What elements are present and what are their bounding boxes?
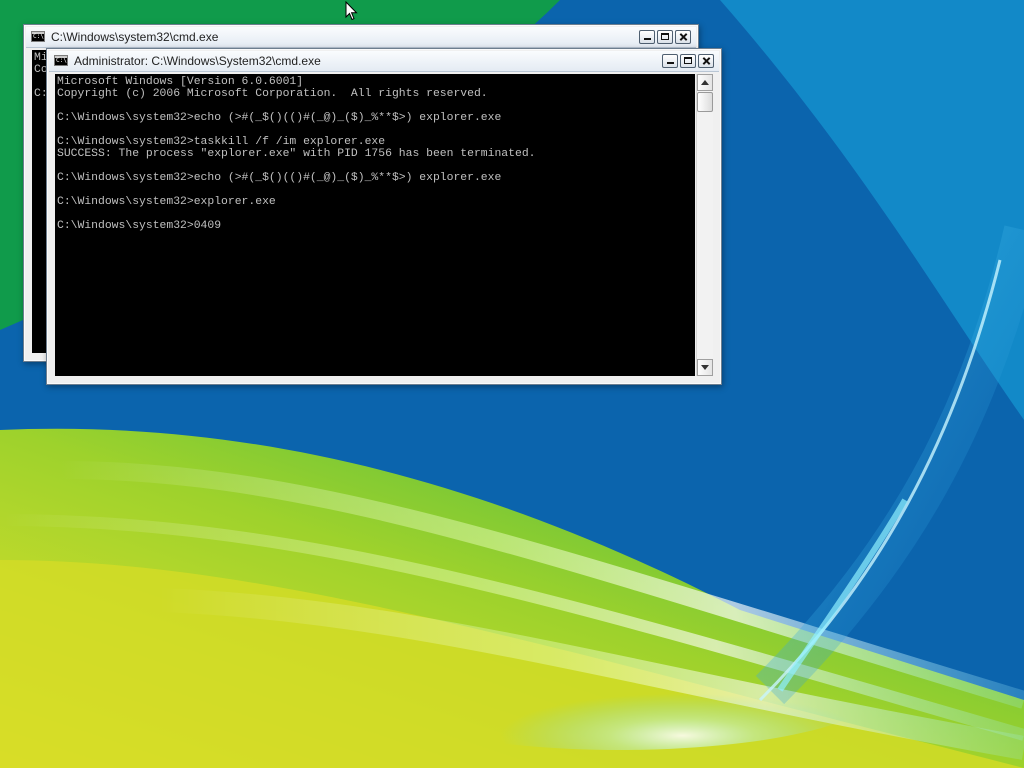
console-line: C:\Windows\system32>taskkill /f /im expl… — [57, 136, 386, 148]
title-bar[interactable]: Administrator: C:\Windows\System32\cmd.e… — [49, 51, 719, 72]
close-button[interactable] — [675, 30, 691, 44]
title-bar[interactable]: C:\Windows\system32\cmd.exe — [26, 27, 696, 48]
mouse-pointer-icon — [345, 1, 358, 21]
arrow-down-icon — [701, 365, 709, 370]
caption-buttons — [662, 54, 714, 68]
console-line: C:\Windows\system32>echo (>#(_$()(()#(_@… — [57, 112, 502, 124]
console-line: Microsoft Windows [Version 6.0.6001] — [57, 76, 304, 88]
arrow-up-icon — [701, 80, 709, 85]
console-output-area[interactable]: Microsoft Windows [Version 6.0.6001] Cop… — [55, 74, 695, 376]
console-line: C:\Windows\system32>echo (>#(_$()(()#(_@… — [57, 172, 502, 184]
close-button[interactable] — [698, 54, 714, 68]
scroll-thumb[interactable] — [697, 92, 713, 112]
window-title: C:\Windows\system32\cmd.exe — [51, 30, 219, 44]
minimize-button[interactable] — [662, 54, 678, 68]
scroll-down-button[interactable] — [697, 359, 713, 376]
console-line: C:\Windows\system32>0409 — [57, 220, 222, 232]
cmd-icon — [54, 55, 68, 66]
minimize-button[interactable] — [639, 30, 655, 44]
cmd-window-administrator[interactable]: Administrator: C:\Windows\System32\cmd.e… — [46, 48, 722, 385]
maximize-button[interactable] — [680, 54, 696, 68]
console-line: C:\Windows\system32>explorer.exe — [57, 196, 276, 208]
caption-buttons — [639, 30, 691, 44]
window-title: Administrator: C:\Windows\System32\cmd.e… — [74, 54, 321, 68]
cmd-icon — [31, 31, 45, 42]
scroll-up-button[interactable] — [697, 74, 713, 91]
maximize-button[interactable] — [657, 30, 673, 44]
console-text: Microsoft Windows [Version 6.0.6001] Cop… — [57, 76, 536, 232]
vertical-scrollbar[interactable] — [696, 74, 713, 376]
console-line: SUCCESS: The process "explorer.exe" with… — [57, 148, 536, 160]
console-line: Copyright (c) 2006 Microsoft Corporation… — [57, 88, 488, 100]
